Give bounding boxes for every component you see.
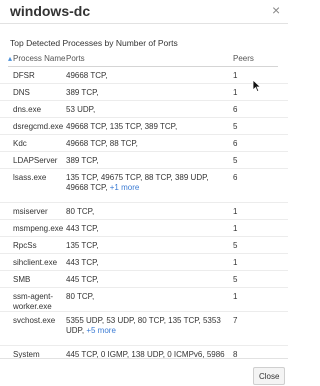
modal-header: windows-dc × (0, 0, 288, 24)
ports-text: 389 TCP, (66, 88, 99, 97)
ports-cell: 49668 TCP, 88 TCP, (66, 139, 226, 149)
peers-cell: 6 (233, 139, 238, 148)
ports-cell: 389 TCP, (66, 88, 226, 98)
ports-cell: 135 TCP, (66, 241, 226, 251)
table-caption: Top Detected Processes by Number of Port… (10, 38, 178, 48)
column-header-process-name[interactable]: ▴Process Name (8, 54, 65, 63)
peers-cell: 6 (233, 105, 238, 114)
table-header: ▴Process Name Ports Peers (0, 54, 288, 66)
column-header-ports[interactable]: Ports (66, 54, 85, 63)
peers-cell: 1 (233, 207, 238, 216)
ports-text: 445 TCP, 0 IGMP, 138 UDP, 0 ICMPv6, 5986… (66, 350, 225, 358)
close-button[interactable]: Close (253, 367, 286, 385)
process-ports-modal: windows-dc × Top Detected Processes by N… (0, 0, 288, 386)
table-row[interactable]: ssm-agent-worker.exe 80 TCP, 1 (0, 288, 288, 312)
ports-text: 443 TCP, (66, 224, 99, 233)
ports-text: 80 TCP, (66, 292, 95, 301)
ports-text: 135 TCP, (66, 241, 99, 250)
ports-text: 49668 TCP, 135 TCP, 389 TCP, (66, 122, 178, 131)
process-name-cell: msiserver (13, 207, 48, 216)
mouse-cursor-icon (252, 79, 262, 93)
process-name-cell: sihclient.exe (13, 258, 58, 267)
table-row[interactable]: dsregcmd.exe 49668 TCP, 135 TCP, 389 TCP,… (0, 118, 288, 135)
column-header-label: Process Name (13, 54, 66, 63)
table-row[interactable]: lsass.exe 135 TCP, 49675 TCP, 88 TCP, 389… (0, 169, 288, 203)
ports-cell: 5355 UDP, 53 UDP, 80 TCP, 135 TCP, 5353 … (66, 316, 226, 336)
table-body[interactable]: DFSR 49668 TCP, 1 DNS 389 TCP, 1 dns.exe 53 UDP… (0, 67, 288, 358)
modal-title: windows-dc (10, 3, 91, 19)
more-ports-link[interactable]: +5 more (86, 326, 116, 335)
table-row[interactable]: msiserver 80 TCP, 1 (0, 203, 288, 220)
table-row[interactable]: svchost.exe 5355 UDP, 53 UDP, 80 TCP, 135… (0, 312, 288, 346)
process-name-cell: DFSR (13, 71, 35, 80)
table-row[interactable]: DNS 389 TCP, 1 (0, 84, 288, 101)
process-name-cell: SMB (13, 275, 31, 284)
ports-text: 49668 TCP, (66, 71, 108, 80)
peers-cell: 5 (233, 122, 238, 131)
ports-cell: 49668 TCP, 135 TCP, 389 TCP, (66, 122, 226, 132)
process-name-cell: dsregcmd.exe (13, 122, 64, 131)
peers-cell: 7 (233, 316, 238, 325)
ports-cell: 80 TCP, (66, 292, 226, 302)
ports-text: 443 TCP, (66, 258, 99, 267)
table-row[interactable]: SMB 445 TCP, 5 (0, 271, 288, 288)
table-row[interactable]: LDAPServer 389 TCP, 5 (0, 152, 288, 169)
column-header-peers[interactable]: Peers (233, 54, 254, 63)
table-row[interactable]: System 445 TCP, 0 IGMP, 138 UDP, 0 ICMPv6… (0, 346, 288, 358)
process-name-cell: DNS (13, 88, 30, 97)
ports-cell: 80 TCP, (66, 207, 226, 217)
process-name-cell: ssm-agent-worker.exe (13, 292, 54, 311)
process-name-cell: lsass.exe (13, 173, 47, 182)
process-name-cell: Kdc (13, 139, 27, 148)
peers-cell: 1 (233, 292, 238, 301)
ports-cell: 135 TCP, 49675 TCP, 88 TCP, 389 UDP, 496… (66, 173, 226, 193)
ports-text: 80 TCP, (66, 207, 95, 216)
sort-asc-icon: ▴ (8, 54, 13, 63)
table-row[interactable]: dns.exe 53 UDP, 6 (0, 101, 288, 118)
ports-cell: 389 TCP, (66, 156, 226, 166)
peers-cell: 5 (233, 275, 238, 284)
ports-text: 53 UDP, (66, 105, 96, 114)
ports-cell: 445 TCP, (66, 275, 226, 285)
table-row[interactable]: Kdc 49668 TCP, 88 TCP, 6 (0, 135, 288, 152)
peers-cell: 6 (233, 173, 238, 182)
ports-cell: 53 UDP, (66, 105, 226, 115)
table-row[interactable]: RpcSs 135 TCP, 5 (0, 237, 288, 254)
process-name-cell: LDAPServer (13, 156, 58, 165)
peers-cell: 8 (233, 350, 238, 358)
table-row[interactable]: DFSR 49668 TCP, 1 (0, 67, 288, 84)
process-name-cell: System (13, 350, 40, 358)
ports-text: 389 TCP, (66, 156, 99, 165)
process-name-cell: dns.exe (13, 105, 42, 114)
peers-cell: 1 (233, 224, 238, 233)
modal-footer: Close (0, 358, 288, 386)
process-name-cell: svchost.exe (13, 316, 56, 325)
ports-cell: 443 TCP, (66, 224, 226, 234)
table-row[interactable]: sihclient.exe 443 TCP, 1 (0, 254, 288, 271)
peers-cell: 5 (233, 241, 238, 250)
ports-cell: 445 TCP, 0 IGMP, 138 UDP, 0 ICMPv6, 5986… (66, 350, 226, 358)
peers-cell: 1 (233, 258, 238, 267)
peers-cell: 5 (233, 156, 238, 165)
process-name-cell: msmpeng.exe (13, 224, 64, 233)
ports-cell: 49668 TCP, (66, 71, 226, 81)
ports-cell: 443 TCP, (66, 258, 226, 268)
ports-text: 49668 TCP, 88 TCP, (66, 139, 138, 148)
ports-text: 445 TCP, (66, 275, 99, 284)
process-name-cell: RpcSs (13, 241, 37, 250)
more-ports-link[interactable]: +1 more (110, 183, 140, 192)
close-icon[interactable]: × (272, 3, 280, 17)
table-row[interactable]: msmpeng.exe 443 TCP, 1 (0, 220, 288, 237)
